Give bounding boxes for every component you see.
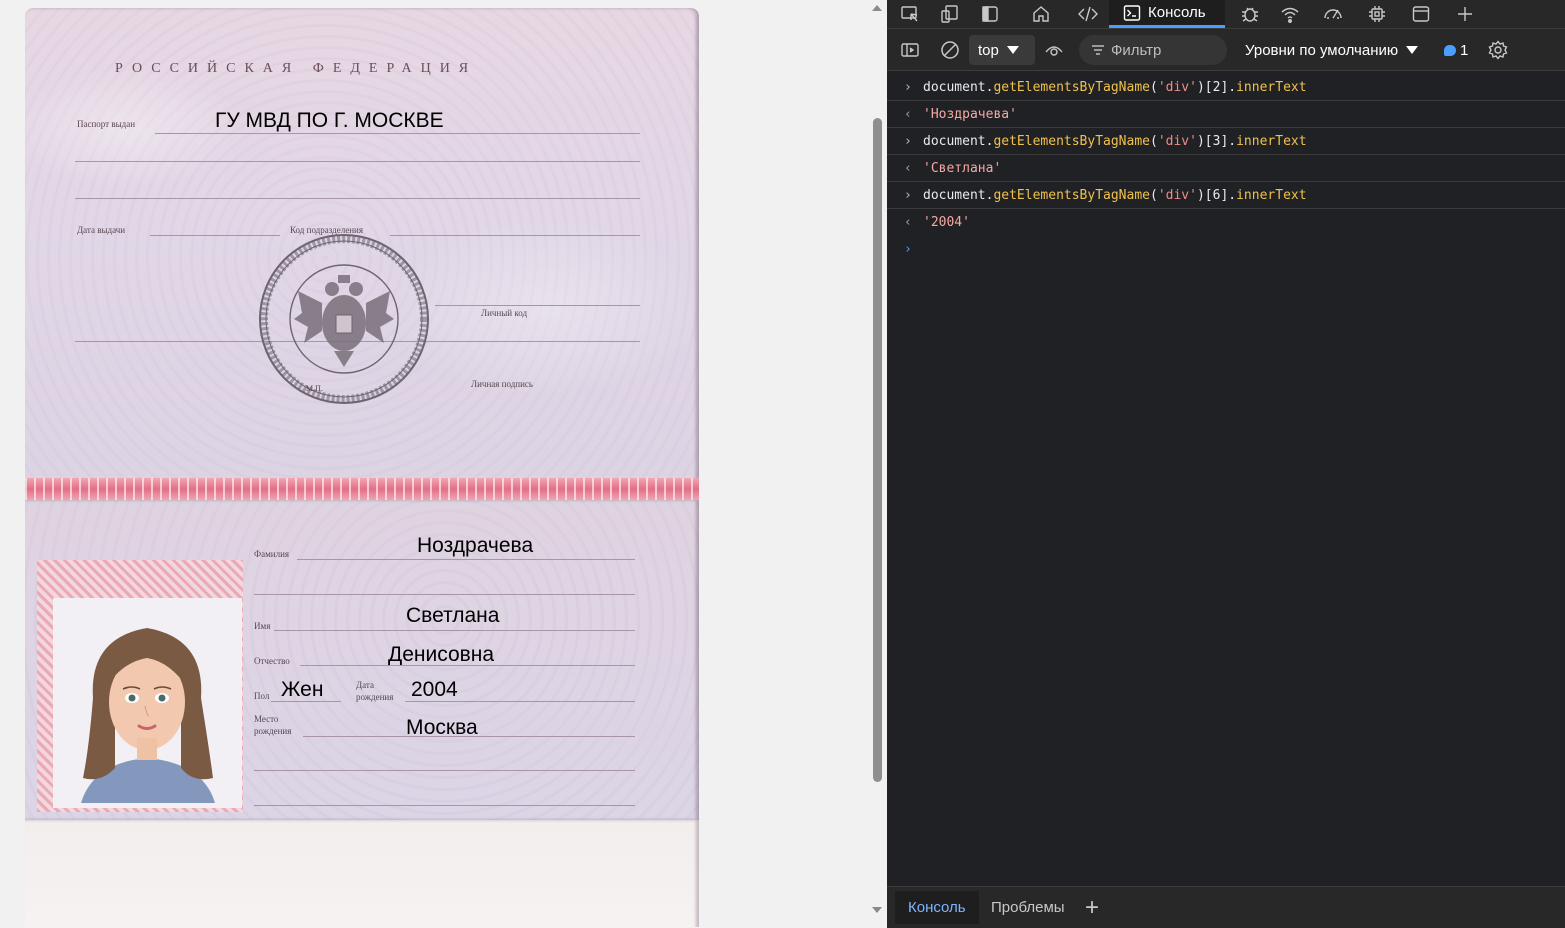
birth-place-label-1: Место <box>254 714 279 724</box>
log-levels-label: Уровни по умолчанию <box>1245 41 1399 59</box>
scrollbar-thumb[interactable] <box>873 118 882 782</box>
input-chevron-icon: › <box>904 80 912 95</box>
result-value: 'Ноздрачева' <box>923 107 1017 122</box>
console-input-row: › document.getElementsByTagName('div')[2… <box>887 74 1565 101</box>
name-label: Имя <box>254 621 271 631</box>
filter-input[interactable] <box>1105 41 1211 59</box>
console-result-row: ‹ 'Светлана' <box>887 155 1565 182</box>
portrait-image <box>53 598 242 808</box>
issued-by-value: ГУ МВД ПО Г. МОСКВЕ <box>215 109 444 132</box>
passport-fold-stripe <box>25 478 699 500</box>
device-emulation-icon[interactable] <box>937 2 963 26</box>
sidebar-toggle-icon[interactable] <box>898 38 922 62</box>
output-arrow-icon: ‹ <box>904 215 912 230</box>
personal-code-label: Личный код <box>481 308 528 318</box>
prompt-chevron-icon: › <box>904 242 912 257</box>
surname-value: Ноздрачева <box>417 534 534 557</box>
inspect-element-icon[interactable] <box>897 2 923 26</box>
console-result-row: ‹ '2004' <box>887 209 1565 236</box>
chevron-down-icon <box>1006 46 1019 54</box>
patronymic-label: Отчество <box>254 656 290 666</box>
birth-date-label-2: рождения <box>356 692 394 702</box>
patronymic-value: Денисовна <box>388 643 495 666</box>
clear-console-icon[interactable] <box>938 38 962 62</box>
console-output[interactable]: › document.getElementsByTagName('div')[2… <box>887 74 1565 886</box>
holder-photo <box>53 598 242 808</box>
console-input-row: › document.getElementsByTagName('div')[6… <box>887 182 1565 209</box>
devtools-tab-bar: Консоль <box>887 0 1565 29</box>
issue-date-label: Дата выдачи <box>77 225 126 235</box>
devtools-panel: Консоль top Фильтр Уровни по умолчанию 1… <box>887 0 1565 928</box>
add-drawer-tab-plus-icon[interactable]: + <box>1085 891 1099 924</box>
input-chevron-icon: › <box>904 134 912 149</box>
page-scrollbar[interactable] <box>868 0 887 927</box>
issued-by-label: Паспорт выдан <box>77 119 136 129</box>
context-selector[interactable]: top <box>969 35 1035 65</box>
network-wifi-icon[interactable] <box>1277 2 1303 26</box>
result-value: 'Светлана' <box>923 161 1002 176</box>
web-page: РОССИЙСКАЯ ФЕДЕРАЦИЯ Паспорт выдан ГУ МВ… <box>0 0 868 927</box>
sex-value: Жен <box>281 678 324 701</box>
console-prompt[interactable]: › <box>887 236 1565 263</box>
console-input-row: › document.getElementsByTagName('div')[3… <box>887 128 1565 155</box>
name-value: Светлана <box>406 604 500 627</box>
stamp-mp-text: М.П. <box>306 384 323 393</box>
passport-blank-area <box>25 820 699 927</box>
birth-place-label-2: рождения <box>254 726 292 736</box>
filter-box[interactable] <box>1079 35 1227 65</box>
dock-side-icon[interactable] <box>977 2 1003 26</box>
scroll-down-arrow-icon[interactable] <box>872 907 882 913</box>
console-toolbar: top Уровни по умолчанию 1 <box>887 29 1565 71</box>
drawer-tab-bar: Консоль Проблемы + <box>887 886 1565 928</box>
birth-date-value: 2004 <box>411 678 458 701</box>
output-arrow-icon: ‹ <box>904 161 912 176</box>
tab-console-label: Консоль <box>1148 4 1206 21</box>
log-levels-dropdown[interactable]: Уровни по умолчанию <box>1245 35 1419 65</box>
memory-chip-icon[interactable] <box>1364 2 1390 26</box>
issues-count: 1 <box>1460 41 1469 59</box>
signature-label: Личная подпись <box>471 379 534 389</box>
result-value: '2004' <box>923 215 970 230</box>
drawer-tab-console[interactable]: Консоль <box>895 891 979 924</box>
passport-image: РОССИЙСКАЯ ФЕДЕРАЦИЯ Паспорт выдан ГУ МВ… <box>25 8 699 927</box>
chevron-down-icon <box>1406 46 1419 54</box>
more-tools-plus-icon[interactable] <box>1452 2 1478 26</box>
surname-label: Фамилия <box>254 549 290 559</box>
drawer-tab-problems[interactable]: Проблемы <box>991 891 1065 924</box>
welcome-home-icon[interactable] <box>1028 2 1054 26</box>
elements-code-icon[interactable] <box>1075 2 1101 26</box>
country-header: РОССИЙСКАЯ ФЕДЕРАЦИЯ <box>115 61 478 76</box>
input-chevron-icon: › <box>904 188 912 203</box>
console-result-row: ‹ 'Ноздрачева' <box>887 101 1565 128</box>
birth-date-label-1: Дата <box>356 680 374 690</box>
output-arrow-icon: ‹ <box>904 107 912 122</box>
live-expression-eye-icon[interactable] <box>1042 38 1066 62</box>
message-bubble-icon <box>1444 44 1456 56</box>
scroll-up-arrow-icon[interactable] <box>872 5 882 11</box>
tab-console[interactable]: Консоль <box>1109 0 1225 28</box>
filter-icon <box>1092 45 1104 55</box>
sex-label: Пол <box>254 691 270 701</box>
application-window-icon[interactable] <box>1408 2 1434 26</box>
context-selector-value: top <box>978 41 999 59</box>
console-tab-icon <box>1123 4 1141 21</box>
issues-counter[interactable]: 1 <box>1444 35 1468 65</box>
performance-gauge-icon[interactable] <box>1320 2 1346 26</box>
console-settings-gear-icon[interactable] <box>1486 38 1510 62</box>
official-stamp: М.П. <box>259 234 429 404</box>
debugger-bug-icon[interactable] <box>1237 2 1263 26</box>
